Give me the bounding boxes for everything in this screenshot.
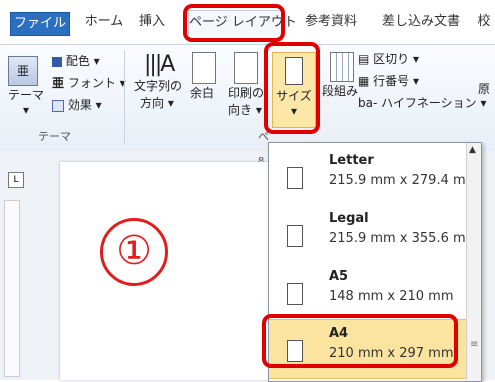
paper-icon: [287, 283, 303, 305]
orientation-icon: [234, 52, 258, 84]
breaks-button[interactable]: ▤ 区切り ▾: [358, 50, 419, 67]
tab-mailings[interactable]: 差し込み文書: [378, 10, 464, 34]
size-highlight: [264, 42, 320, 134]
size-option-a5[interactable]: A5 148 mm x 210 mm: [269, 263, 481, 321]
scroll-up-icon[interactable]: ▲: [469, 145, 476, 155]
fonts-button[interactable]: 亜 フォント ▾: [52, 74, 126, 91]
theme-button[interactable]: 亜 テーマ ▾: [8, 56, 44, 117]
tab-insert[interactable]: 挿入: [132, 10, 172, 34]
hyphenation-button[interactable]: ba- ハイフネーション ▾: [358, 94, 487, 111]
tab-review[interactable]: 校: [474, 10, 494, 34]
separator: [124, 50, 125, 144]
size-option-legal[interactable]: Legal 215.9 mm x 355.6 mm: [269, 205, 481, 263]
theme-icon: 亜: [8, 56, 38, 86]
page-layout-highlight: [183, 4, 285, 42]
tab-references[interactable]: 参考資料: [298, 10, 364, 34]
tab-selector[interactable]: L: [8, 172, 24, 188]
effects-button[interactable]: 効果 ▾: [52, 96, 102, 113]
dropdown-scrollbar[interactable]: ▲ ≡: [466, 143, 481, 381]
hyphenation-icon: ba-: [358, 96, 378, 110]
text-direction-button[interactable]: |||A 文字列の 方向 ▾: [134, 52, 182, 111]
effects-icon: [52, 99, 64, 112]
margins-button[interactable]: 余白: [190, 52, 216, 101]
tab-file[interactable]: ファイル: [10, 12, 70, 36]
size-option-letter[interactable]: Letter 215.9 mm x 279.4 mm: [269, 147, 481, 205]
fonts-icon: 亜: [52, 76, 65, 90]
columns-icon: [330, 52, 354, 82]
orientation-button[interactable]: 印刷の 向き ▾: [228, 52, 264, 118]
group-label-theme: テーマ: [38, 130, 71, 143]
right-truncated-label: 原: [478, 82, 491, 96]
paper-icon: [287, 167, 303, 189]
columns-button[interactable]: 段組み: [322, 52, 358, 99]
paper-icon: [287, 225, 303, 247]
annotation-marker: ①: [100, 218, 168, 286]
vertical-ruler: [4, 200, 20, 377]
scroll-grip-icon[interactable]: ≡: [470, 339, 478, 350]
breaks-icon: ▤: [358, 52, 370, 66]
colors-button[interactable]: 配色 ▾: [52, 52, 100, 69]
line-numbers-button[interactable]: ▦ 行番号 ▾: [358, 72, 419, 89]
colors-icon: [52, 56, 62, 67]
tab-home[interactable]: ホーム: [78, 10, 130, 34]
text-direction-icon: |||A: [144, 52, 175, 77]
margins-icon: [192, 52, 216, 84]
line-numbers-icon: ▦: [358, 74, 370, 88]
a4-highlight: [262, 314, 458, 368]
